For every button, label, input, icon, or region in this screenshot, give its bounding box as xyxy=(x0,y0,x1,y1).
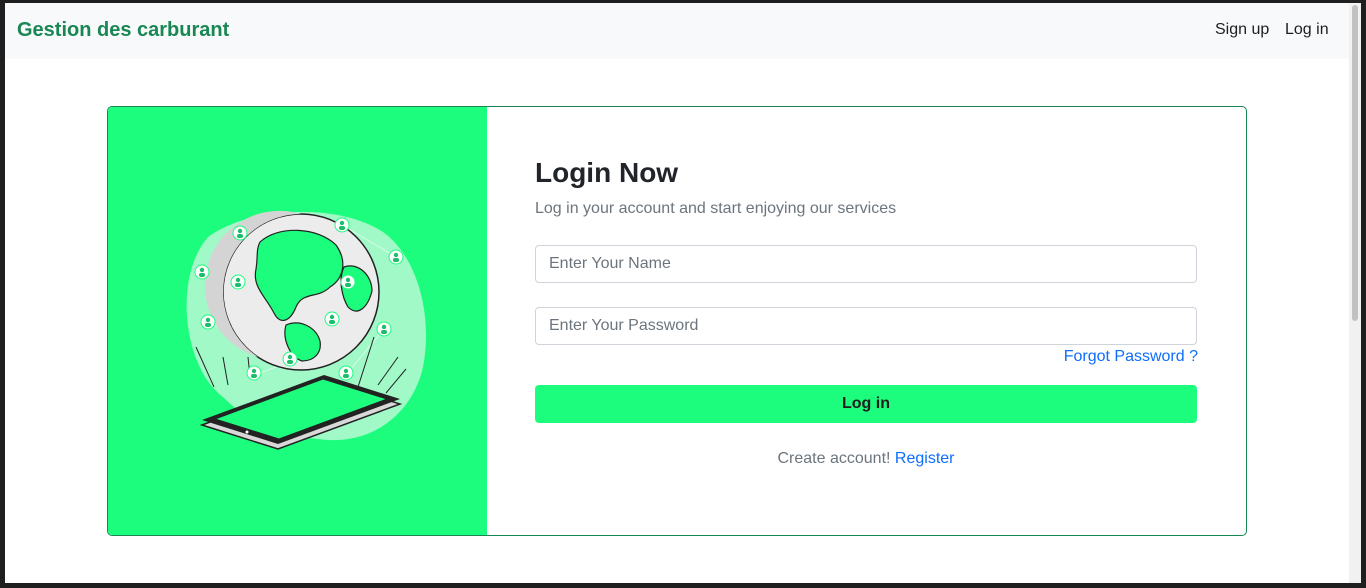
illustration-panel xyxy=(108,107,487,535)
forgot-password-link[interactable]: Forgot Password ? xyxy=(1064,348,1198,366)
login-card: Login Now Log in your account and start … xyxy=(107,106,1247,536)
browser-viewport: Gestion des carburant Sign up Log in Log… xyxy=(5,3,1349,583)
nav-signup-link[interactable]: Sign up xyxy=(1215,21,1269,39)
create-account-text: Create account! xyxy=(777,450,891,467)
vertical-scrollbar[interactable] xyxy=(1349,3,1361,583)
globe-network-illustration xyxy=(186,210,427,450)
navbar: Gestion des carburant Sign up Log in xyxy=(5,3,1349,59)
password-input[interactable] xyxy=(535,307,1197,345)
login-form-panel: Login Now Log in your account and start … xyxy=(487,107,1246,535)
scrollbar-thumb[interactable] xyxy=(1352,5,1358,321)
register-link[interactable]: Register xyxy=(895,450,955,467)
brand-logo[interactable]: Gestion des carburant xyxy=(17,19,229,42)
name-input[interactable] xyxy=(535,245,1197,283)
page-title: Login Now xyxy=(535,157,679,188)
create-account-row: Create account! Register xyxy=(535,450,1197,468)
login-button[interactable]: Log in xyxy=(535,385,1197,423)
page-subtitle: Log in your account and start enjoying o… xyxy=(535,200,897,217)
nav-login-link[interactable]: Log in xyxy=(1285,21,1329,39)
